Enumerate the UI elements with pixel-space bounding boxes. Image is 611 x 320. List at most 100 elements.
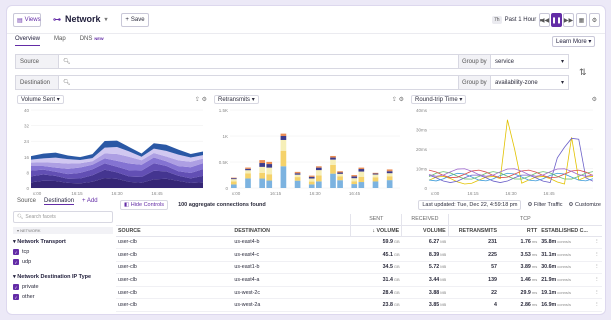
- col-sent-volume[interactable]: ↓ VOLUME: [350, 225, 402, 237]
- settings-button[interactable]: ⚙: [589, 13, 600, 27]
- checkbox-icon[interactable]: ✓: [13, 284, 19, 290]
- y-tick-label: 10ms: [416, 167, 428, 172]
- row-menu-icon[interactable]: ⋮: [592, 298, 602, 313]
- row-menu-icon[interactable]: ⋮: [592, 236, 602, 250]
- facet-item-udp[interactable]: ✓ udp: [13, 259, 113, 265]
- export-icon[interactable]: ⇪: [195, 97, 200, 103]
- row-menu-icon[interactable]: ⋮: [592, 286, 602, 300]
- unit: conns/s: [557, 289, 572, 295]
- bar-segment: [294, 171, 301, 174]
- facet-tab-source[interactable]: Source: [17, 198, 36, 205]
- facet-group-title: Network Transport: [17, 239, 66, 245]
- destination-group-value: availability-zone: [495, 79, 538, 86]
- x-tick-label: 16:30: [111, 191, 123, 196]
- gear-icon[interactable]: ⚙: [202, 97, 207, 103]
- source-search-input[interactable]: 🔍︎: [59, 54, 459, 69]
- chart-title-select[interactable]: Volume Sent ▾: [17, 94, 64, 104]
- customize-button[interactable]: ⚙ Customize: [569, 202, 601, 208]
- learn-more-button[interactable]: Learn More ▾: [552, 36, 596, 47]
- col-menu: [592, 225, 602, 237]
- x-tick-label: x:00: [232, 191, 241, 196]
- x-tick-label: 16:15: [270, 191, 282, 196]
- add-facet-button[interactable]: + Add: [82, 198, 98, 205]
- col-source[interactable]: SOURCE: [116, 225, 233, 237]
- gear-icon[interactable]: ⚙: [592, 97, 597, 103]
- source-group-select[interactable]: service ▾: [491, 54, 569, 69]
- chart-title-select[interactable]: Retransmits ▾: [214, 94, 259, 104]
- table-row[interactable]: user-clb us-west-2a 23.8GB 3.85MB 4 2.86ms 16.…: [116, 298, 602, 313]
- bar-segment: [266, 180, 273, 188]
- chart-title: Round-trip Time: [415, 96, 458, 103]
- facet-tab-destination[interactable]: Destination: [44, 198, 75, 205]
- pause-button[interactable]: ❚❚: [551, 13, 562, 27]
- table-row[interactable]: user-clb us-west-2c 28.4GB 3.88MB 22 29.9ms 19…: [116, 286, 602, 300]
- checkbox-icon[interactable]: ✓: [13, 259, 19, 265]
- col-label: VOLUME: [376, 227, 400, 234]
- bar-segment: [330, 173, 336, 188]
- chart-title-select[interactable]: Round-trip Time ▾: [411, 94, 467, 104]
- col-established[interactable]: ESTABLISHED C...: [539, 225, 593, 237]
- row-menu-icon[interactable]: ⋮: [592, 273, 602, 287]
- value: 8.39: [428, 251, 440, 258]
- round-trip-time-plot: 40ms 30ms 20ms 10ms 0 x:00 16:15 16:30 16:45: [416, 108, 594, 196]
- tab-overview[interactable]: Overview: [15, 36, 41, 46]
- swap-icon[interactable]: ⇅: [579, 67, 587, 78]
- destination-search-input[interactable]: 🔍︎: [59, 75, 459, 90]
- unit: MB: [440, 289, 447, 295]
- save-button[interactable]: + Save: [121, 13, 149, 27]
- col-rtt[interactable]: RTT: [499, 225, 540, 237]
- checkbox-icon[interactable]: ✓: [13, 249, 19, 255]
- col-destination[interactable]: DESTINATION: [232, 225, 351, 237]
- export-icon[interactable]: ⇪: [392, 97, 397, 103]
- cell-established: 19.1mconns/s: [539, 286, 593, 300]
- col-received-volume[interactable]: VOLUME: [401, 225, 449, 237]
- facet-search-input[interactable]: 🔍︎ Search facets: [13, 211, 113, 223]
- bar-segment: [372, 173, 379, 175]
- facet-item-private[interactable]: ✓ private: [13, 284, 113, 290]
- table-row[interactable]: user-clb us-east4-c 45.1GB 8.39MB 225 3.53ms 3…: [116, 248, 602, 262]
- facet-section-header[interactable]: ▾ NETWORK: [13, 227, 113, 234]
- y-tick-label: 1K: [222, 134, 228, 139]
- views-button[interactable]: ▤ Views: [13, 13, 41, 27]
- row-menu-icon[interactable]: ⋮: [592, 248, 602, 262]
- hide-controls-button[interactable]: ◧ Hide Controls: [120, 200, 169, 210]
- destination-group-select[interactable]: availability-zone ▾: [491, 75, 569, 90]
- unit: ms: [531, 239, 538, 245]
- sort-desc-icon: ↓: [372, 227, 376, 234]
- unit: MB: [440, 264, 447, 270]
- table-group-empty: [116, 214, 351, 226]
- last-updated: Last updated: Tue, Dec 22, 4:59:18 pm: [418, 200, 522, 210]
- tab-map[interactable]: Map: [54, 36, 66, 46]
- time-picker[interactable]: 7h Past 1 Hour ▾: [492, 13, 542, 27]
- facet-item-tcp[interactable]: ✓ tcp: [13, 249, 113, 255]
- bar-segment: [266, 174, 273, 181]
- forward-button[interactable]: ▶▶: [563, 13, 574, 27]
- title-dropdown-icon[interactable]: ▾: [105, 16, 108, 23]
- row-menu-icon[interactable]: ⋮: [592, 261, 602, 275]
- table-row[interactable]: user-clb us-east1-b 34.5GB 5.72MB 57 3.89ms 30…: [116, 261, 602, 275]
- gear-icon[interactable]: ⚙: [399, 97, 404, 103]
- view-tabs: Overview Map DNS NEW: [15, 36, 104, 46]
- chart-title: Retransmits: [218, 96, 251, 103]
- rewind-button[interactable]: ◀◀: [539, 13, 550, 27]
- filter-traffic-label: Filter Traffic: [533, 202, 563, 208]
- timezone-badge: 7h: [492, 16, 502, 24]
- table-row[interactable]: user-clb us-east4-a 31.4GB 3.44MB 139 1.46ms 2…: [116, 273, 602, 287]
- col-retransmits[interactable]: RETRANSMITS: [447, 225, 499, 237]
- facet-group-destination-ip-type[interactable]: ▾ Network Destination IP Type: [13, 274, 113, 280]
- facet-item-other[interactable]: ✓ other: [13, 294, 113, 300]
- table-row[interactable]: user-clb us-east4-b 59.9GB 6.27MB 231 1.76ms 3…: [116, 236, 602, 250]
- table-group-header: SENT RECEIVED TCP: [116, 214, 602, 226]
- bar-segment: [266, 161, 273, 165]
- tab-dns[interactable]: DNS NEW: [80, 36, 104, 46]
- checkbox-icon[interactable]: ✓: [13, 294, 19, 300]
- unit: conns/s: [557, 302, 572, 308]
- calendar-button[interactable]: ▦: [576, 13, 587, 27]
- unit: MB: [440, 251, 447, 257]
- filter-traffic-button[interactable]: ⚙ Filter Traffic: [527, 202, 562, 208]
- cell-rtt: 29.9ms: [499, 286, 540, 300]
- bar-segment: [351, 181, 358, 185]
- facet-group-network-transport[interactable]: ▾ Network Transport: [13, 239, 113, 245]
- network-icon: ⊶: [53, 14, 61, 24]
- save-label: Save: [130, 17, 145, 23]
